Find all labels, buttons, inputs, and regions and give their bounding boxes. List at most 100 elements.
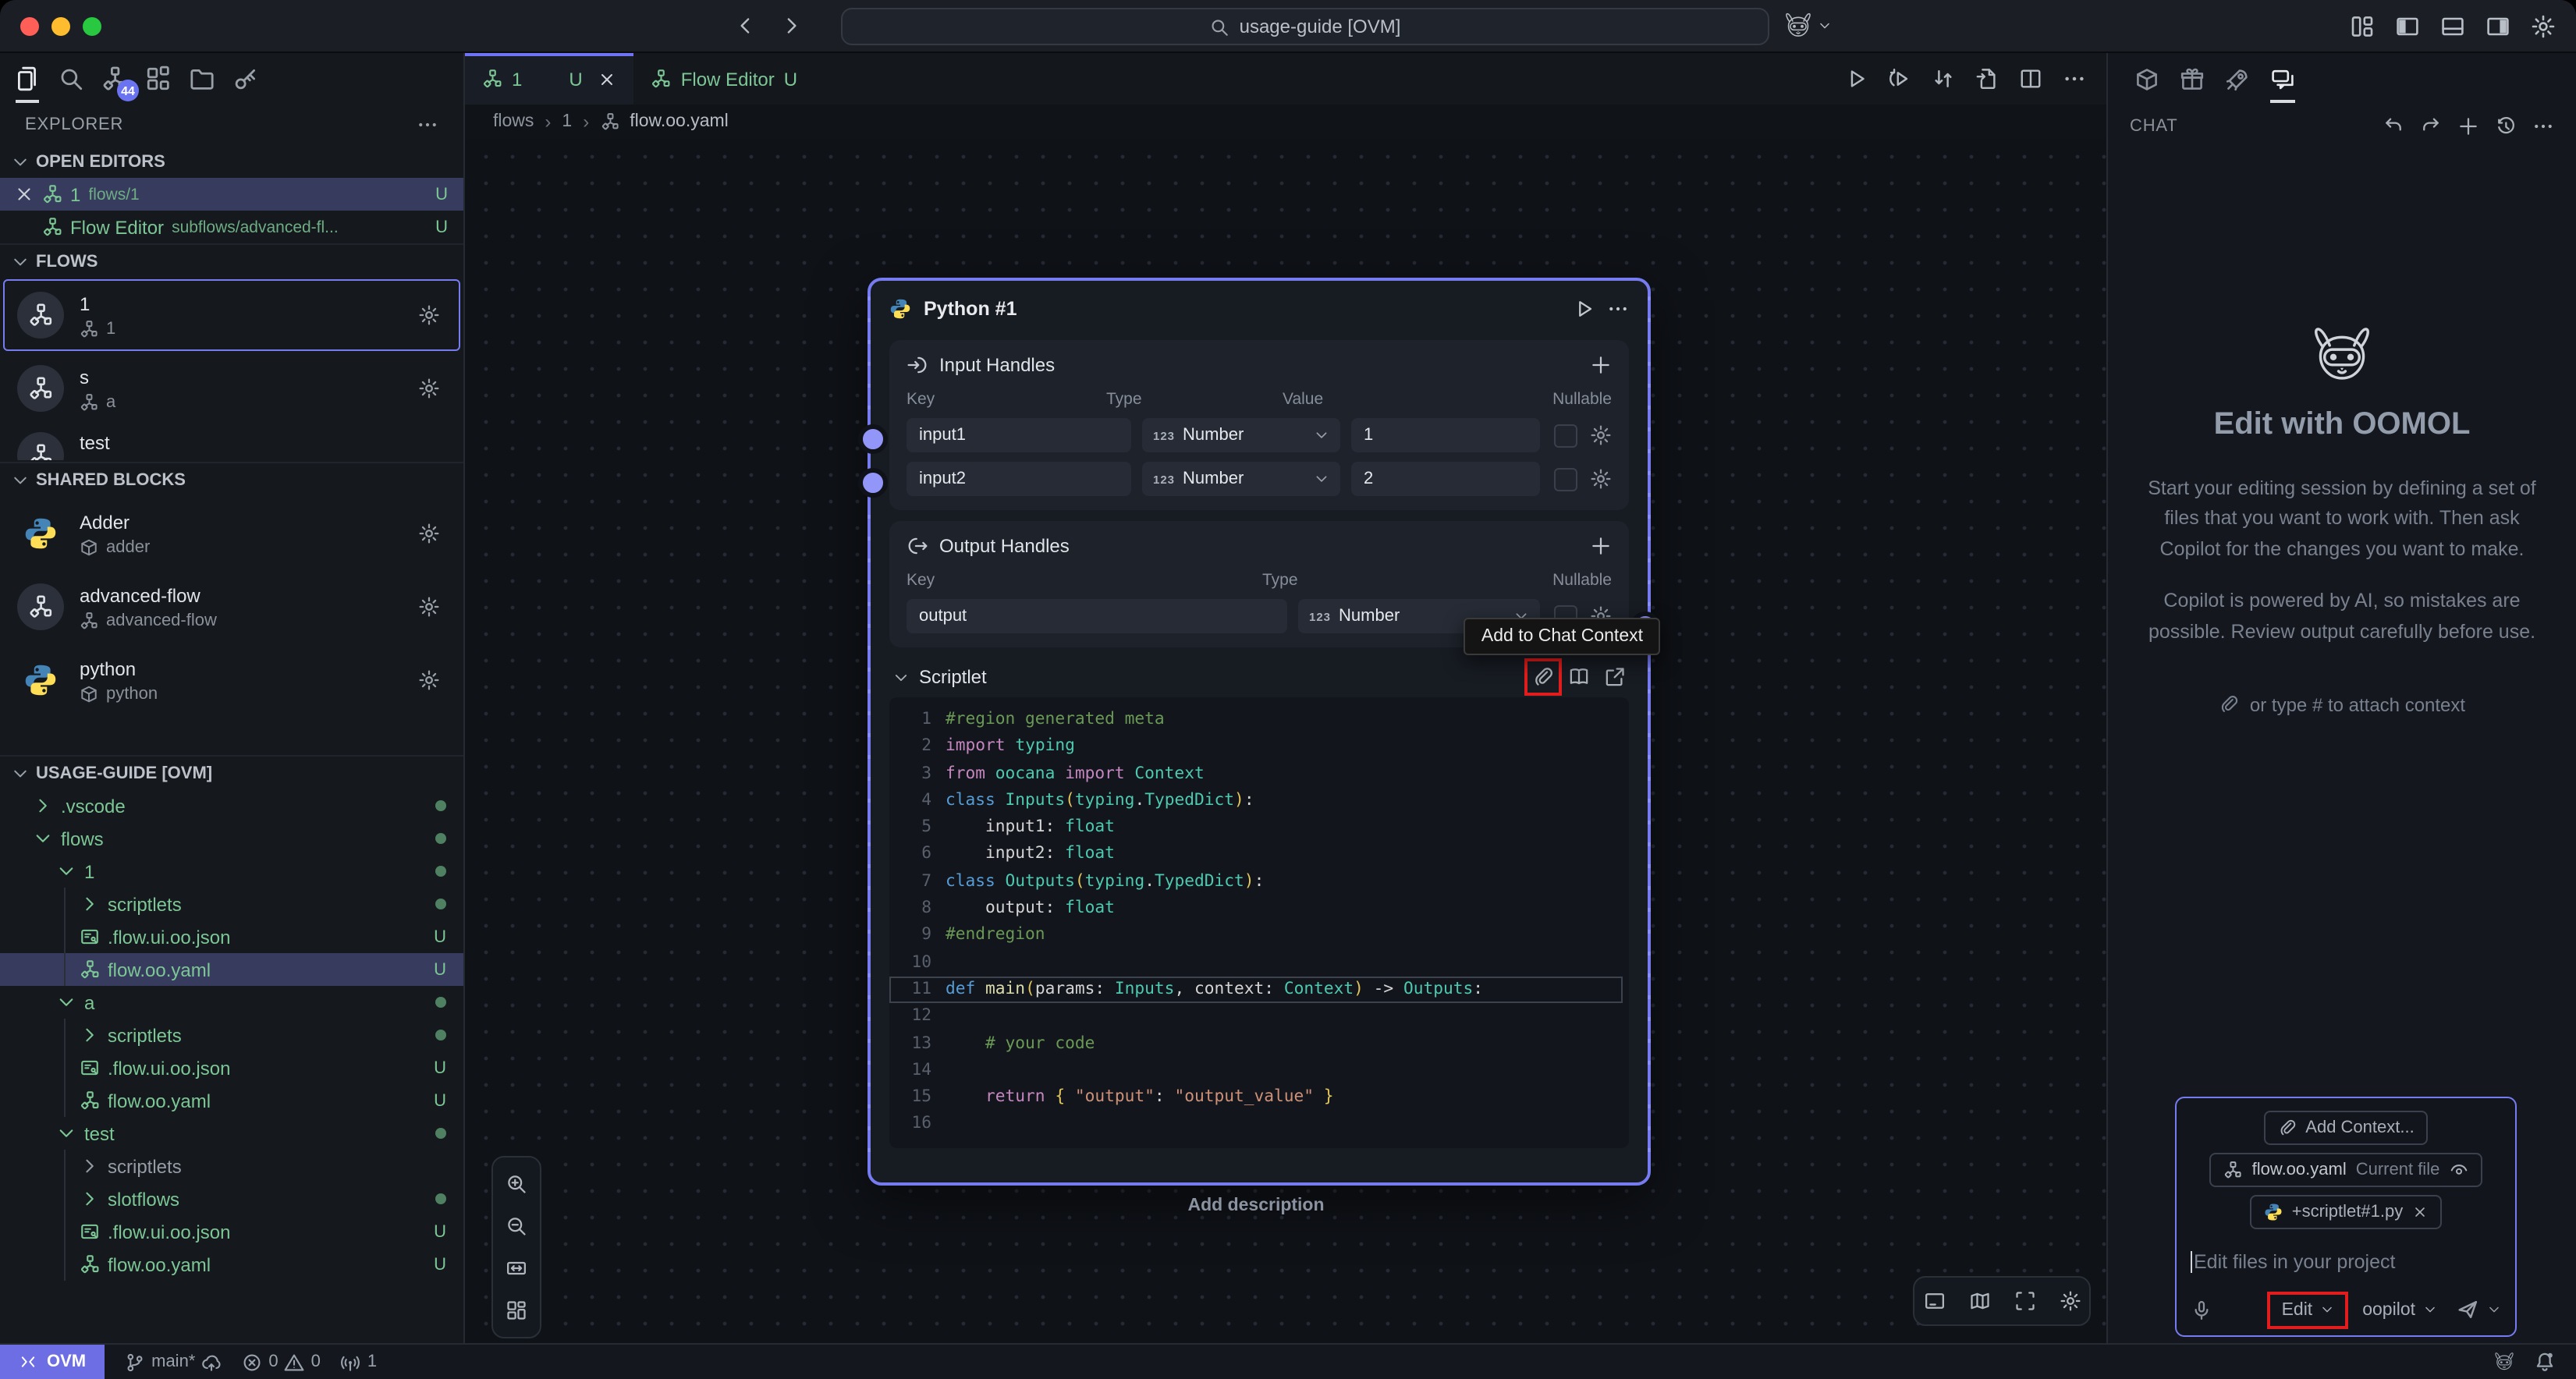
chevron-down-icon[interactable]: [2487, 1303, 2501, 1317]
add-to-chat-context-icon[interactable]: [1532, 666, 1554, 688]
debug-run-icon[interactable]: [1888, 67, 1911, 90]
notifications-bell-icon[interactable]: [2534, 1351, 2556, 1373]
handle-value-field[interactable]: 2: [1351, 462, 1540, 496]
python-node[interactable]: Python #1 Input Handles Key Type: [868, 278, 1651, 1186]
gear-icon[interactable]: [418, 523, 440, 544]
canvas-settings-icon[interactable]: [2059, 1290, 2081, 1312]
tab-flow-1[interactable]: 1 U: [465, 53, 634, 105]
chevron-down-icon[interactable]: [892, 668, 910, 686]
window-controls[interactable]: [0, 16, 101, 35]
compare-changes-icon[interactable]: [1932, 67, 1955, 90]
chat-icon[interactable]: [2270, 66, 2295, 91]
auto-layout-icon[interactable]: [506, 1299, 527, 1321]
more-actions-icon[interactable]: [2063, 67, 2086, 90]
flow-card[interactable]: test: [3, 426, 460, 462]
open-editor-item[interactable]: Flow Editor subflows/advanced-fl... U: [0, 211, 463, 243]
eye-icon[interactable]: [2449, 1161, 2468, 1179]
minimap-icon[interactable]: [1968, 1290, 1990, 1312]
handle-key-field[interactable]: input1: [907, 418, 1131, 452]
add-output-handle-icon[interactable]: [1590, 535, 1612, 557]
input-port-1[interactable]: [858, 424, 888, 454]
gear-icon[interactable]: [1590, 468, 1612, 490]
open-editors-header[interactable]: OPEN EDITORS: [0, 145, 463, 178]
tree-item[interactable]: .vscode: [0, 789, 463, 822]
model-select[interactable]: oopilot: [2362, 1300, 2437, 1319]
close-icon[interactable]: [598, 69, 617, 88]
gear-icon[interactable]: [418, 304, 440, 326]
handle-type-select[interactable]: 123 Number: [1142, 462, 1340, 496]
tree-item[interactable]: .flow.ui.oo.json U: [0, 920, 463, 953]
gear-icon[interactable]: [1590, 424, 1612, 446]
tree-item[interactable]: 1: [0, 855, 463, 888]
run-icon[interactable]: [1844, 67, 1868, 90]
remote-indicator[interactable]: OVM: [0, 1345, 105, 1379]
publish-icon[interactable]: [2225, 66, 2250, 91]
more-actions-icon[interactable]: [2532, 115, 2554, 137]
handle-type-select[interactable]: 123 Number: [1142, 418, 1340, 452]
handle-value-field[interactable]: 1: [1351, 418, 1540, 452]
flows-section-header[interactable]: FLOWS: [0, 243, 463, 278]
handle-key-field[interactable]: output: [907, 599, 1287, 633]
rewards-icon[interactable]: [2180, 66, 2205, 91]
forward-icon[interactable]: [780, 14, 804, 37]
tree-item[interactable]: .flow.ui.oo.json U: [0, 1215, 463, 1248]
redo-icon[interactable]: [2420, 115, 2442, 137]
workspace-section-header[interactable]: USAGE-GUIDE [OVM]: [0, 755, 463, 789]
zoom-in-icon[interactable]: [506, 1173, 527, 1195]
blocks-activity-icon[interactable]: [145, 66, 172, 92]
context-scriptlet-pill[interactable]: +scriptlet#1.py: [2250, 1195, 2442, 1229]
remove-context-icon[interactable]: [2412, 1204, 2428, 1220]
add-input-handle-icon[interactable]: [1590, 354, 1612, 376]
fit-view-icon[interactable]: [506, 1257, 527, 1279]
open-editor-item[interactable]: 1 flows/1 U: [0, 178, 463, 211]
tab-flow-editor[interactable]: Flow Editor U: [634, 53, 814, 105]
gear-icon[interactable]: [418, 378, 440, 399]
send-icon[interactable]: [2456, 1298, 2479, 1321]
toggle-panel-icon[interactable]: [2440, 13, 2465, 38]
toggle-primary-sidebar-icon[interactable]: [2395, 13, 2420, 38]
split-editor-icon[interactable]: [2019, 67, 2042, 90]
toggle-panel-icon[interactable]: [1923, 1290, 1945, 1312]
tree-item[interactable]: scriptlets: [0, 1019, 463, 1051]
customize-layout-icon[interactable]: [2350, 13, 2375, 38]
add-description-button[interactable]: Add description: [1187, 1196, 1324, 1215]
breadcrumb[interactable]: flows › 1 › flow.oo.yaml: [465, 105, 2106, 139]
open-external-icon[interactable]: [1604, 666, 1626, 688]
tree-item[interactable]: flow.oo.yaml U: [0, 1084, 463, 1117]
oomol-menu[interactable]: [1783, 0, 1832, 51]
explorer-more-icon[interactable]: [417, 114, 438, 136]
toggle-secondary-sidebar-icon[interactable]: [2486, 13, 2510, 38]
tree-item[interactable]: .flow.ui.oo.json U: [0, 1051, 463, 1084]
git-branch-indicator[interactable]: main*: [125, 1352, 222, 1372]
maximize-window-button[interactable]: [83, 16, 101, 35]
nullable-checkbox[interactable]: [1554, 467, 1577, 491]
explorer-activity-icon[interactable]: [14, 66, 41, 92]
shared-block-card[interactable]: Adder adder: [3, 498, 460, 569]
shared-blocks-section-header[interactable]: SHARED BLOCKS: [0, 462, 463, 496]
run-node-icon[interactable]: [1573, 298, 1595, 320]
history-icon[interactable]: [2495, 115, 2517, 137]
tree-item[interactable]: scriptlets: [0, 1150, 463, 1182]
problems-indicator[interactable]: 0 0: [242, 1352, 321, 1372]
back-icon[interactable]: [733, 14, 757, 37]
zoom-out-icon[interactable]: [506, 1215, 527, 1237]
tree-item[interactable]: flow.oo.yaml U: [0, 953, 463, 986]
tree-item[interactable]: scriptlets: [0, 888, 463, 920]
gear-icon[interactable]: [418, 669, 440, 691]
tree-item[interactable]: flows: [0, 822, 463, 855]
flow-card[interactable]: 1 1: [3, 279, 460, 351]
node-more-icon[interactable]: [1607, 298, 1629, 320]
context-file-pill[interactable]: flow.oo.yaml Current file: [2210, 1153, 2482, 1187]
ports-indicator[interactable]: 1: [341, 1352, 377, 1372]
minimize-window-button[interactable]: [51, 16, 70, 35]
packages-icon[interactable]: [2134, 66, 2159, 91]
chat-text-input[interactable]: Edit files in your project: [2191, 1251, 2501, 1273]
flow-card[interactable]: s a: [3, 353, 460, 424]
folder-activity-icon[interactable]: [189, 66, 215, 92]
handle-key-field[interactable]: input2: [907, 462, 1131, 496]
tree-item[interactable]: flow.oo.yaml U: [0, 1248, 463, 1281]
nullable-checkbox[interactable]: [1554, 424, 1577, 447]
close-window-button[interactable]: [20, 16, 39, 35]
oomol-mascot-icon[interactable]: [2493, 1351, 2515, 1373]
tree-item[interactable]: test: [0, 1117, 463, 1150]
